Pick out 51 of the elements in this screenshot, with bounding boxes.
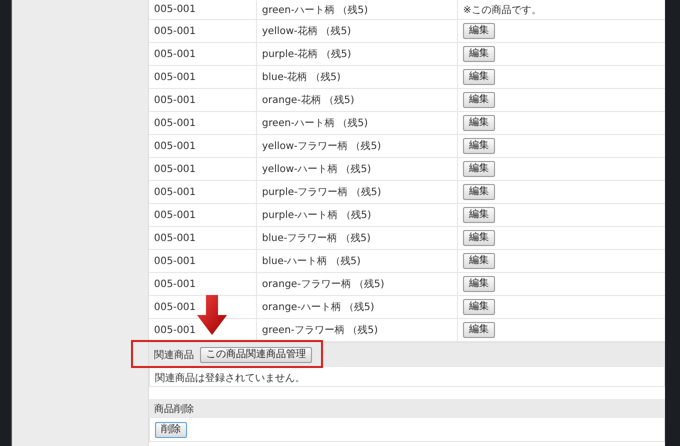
variant-name: orange-花柄 （残5) bbox=[262, 94, 354, 107]
edit-button[interactable]: 編集 bbox=[463, 138, 495, 154]
down-arrow-icon bbox=[197, 295, 227, 335]
product-code: 005-001 bbox=[154, 324, 196, 336]
edit-button[interactable]: 編集 bbox=[463, 184, 495, 200]
product-code: 005-001 bbox=[154, 4, 196, 15]
edit-button[interactable]: 編集 bbox=[463, 23, 495, 39]
variant-name: orange-ハート柄 （残5) bbox=[262, 300, 374, 314]
edit-button[interactable]: 編集 bbox=[463, 276, 495, 292]
product-code: 005-001 bbox=[154, 278, 196, 290]
variant-name: green-ハート柄 （残5) bbox=[262, 4, 368, 16]
edit-button[interactable]: 編集 bbox=[463, 115, 495, 131]
edit-button[interactable]: 編集 bbox=[463, 299, 495, 315]
variant-name: yellow-花柄 （残5) bbox=[262, 24, 351, 38]
edit-button[interactable]: 編集 bbox=[463, 46, 495, 62]
edit-button[interactable]: 編集 bbox=[463, 207, 495, 223]
edit-button[interactable]: 編集 bbox=[463, 230, 495, 246]
section-label: 商品削除 bbox=[154, 402, 194, 416]
variant-name: purple-ハート柄 （残5) bbox=[262, 208, 372, 222]
product-code: 005-001 bbox=[154, 140, 196, 152]
edit-button[interactable]: 編集 bbox=[463, 69, 495, 85]
product-code: 005-001 bbox=[154, 164, 196, 174]
section-label: 関連商品 bbox=[154, 348, 194, 362]
product-code: 005-001 bbox=[154, 232, 196, 244]
variant-name: blue-フラワー柄 （残5) bbox=[262, 232, 371, 245]
related-message: 関連商品は登録されていません。 bbox=[155, 372, 305, 385]
edit-button[interactable]: 編集 bbox=[463, 253, 495, 269]
product-code: 005-001 bbox=[154, 256, 196, 266]
product-code: 005-001 bbox=[154, 72, 196, 82]
variant-name: blue-ハート柄 （残5) bbox=[262, 254, 361, 268]
product-code: 005-001 bbox=[154, 118, 196, 128]
edit-button[interactable]: 編集 bbox=[463, 322, 495, 338]
variant-name: purple-花柄 （残5) bbox=[262, 48, 352, 61]
variant-name: yellow-ハート柄 （残5) bbox=[262, 162, 371, 176]
product-code: 005-001 bbox=[154, 48, 196, 60]
delete-button[interactable]: 削除 bbox=[155, 422, 187, 438]
product-code: 005-001 bbox=[154, 210, 196, 220]
manage-related-button[interactable]: この商品関連商品管理 bbox=[200, 347, 312, 363]
variant-name: yellow-フラワー柄 （残5) bbox=[262, 140, 381, 153]
edit-button[interactable]: 編集 bbox=[463, 161, 495, 177]
variant-name: blue-花柄 （残5) bbox=[262, 70, 341, 84]
variant-name: purple-フラワー柄 （残5) bbox=[262, 186, 382, 199]
variant-name: green-フラワー柄 （残5) bbox=[262, 324, 378, 337]
edit-button[interactable]: 編集 bbox=[463, 92, 495, 108]
product-code: 005-001 bbox=[154, 94, 196, 106]
product-code: 005-001 bbox=[154, 26, 196, 36]
variant-name: green-ハート柄 （残5) bbox=[262, 116, 368, 130]
product-code: 005-001 bbox=[154, 186, 196, 198]
variant-name: orange-フラワー柄 （残5) bbox=[262, 278, 384, 291]
product-code: 005-001 bbox=[154, 302, 196, 312]
current-item-note: ※この商品です。 bbox=[463, 4, 542, 16]
